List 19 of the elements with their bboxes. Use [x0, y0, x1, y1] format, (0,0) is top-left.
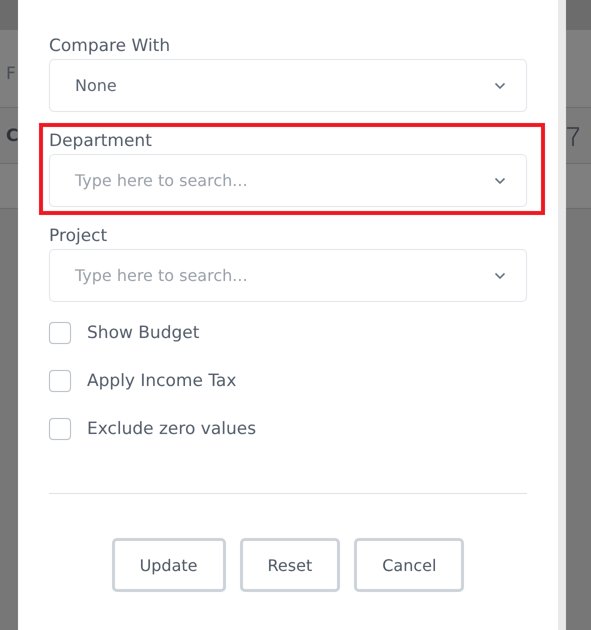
checkbox[interactable]: [49, 418, 71, 440]
checkbox-label: Show Budget: [87, 323, 200, 343]
chevron-down-icon: [494, 176, 506, 184]
chevron-down-icon: [494, 82, 506, 90]
update-button[interactable]: Update: [112, 538, 226, 592]
reset-button[interactable]: Reset: [240, 538, 340, 592]
field-label: Department: [49, 131, 153, 151]
dropdown-field[interactable]: None: [49, 59, 527, 112]
cell-fragment: C: [6, 126, 18, 146]
checkbox[interactable]: [49, 322, 71, 344]
checkbox[interactable]: [49, 370, 71, 392]
scrollbar[interactable]: [558, 0, 566, 630]
chevron-down-icon: [494, 272, 506, 280]
field-label: Project: [49, 226, 108, 246]
checkbox-label: Exclude zero values: [87, 419, 256, 439]
field-label: Compare With: [49, 36, 172, 56]
checkbox-label: Apply Income Tax: [87, 371, 236, 391]
filter-icon[interactable]: [567, 126, 579, 146]
cancel-button[interactable]: Cancel: [354, 538, 464, 592]
